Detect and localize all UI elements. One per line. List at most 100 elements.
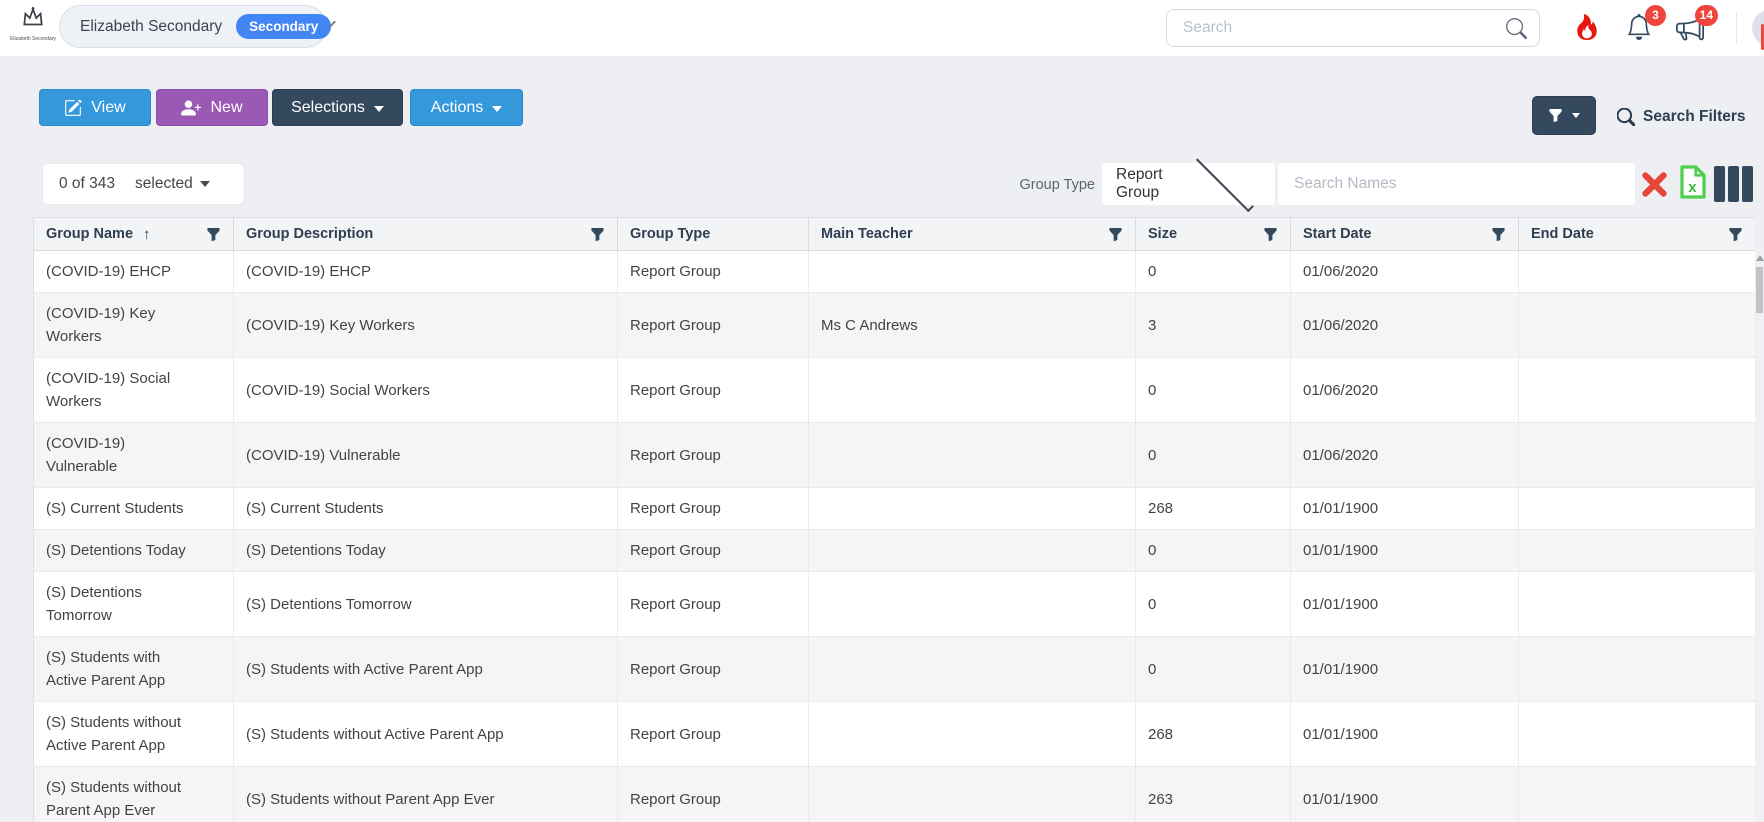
crest-icon	[20, 6, 46, 34]
streak-flame-icon[interactable]	[1574, 14, 1602, 42]
cell-start-date: 01/06/2020	[1290, 292, 1519, 358]
filter-split-button[interactable]	[1532, 96, 1596, 135]
cell-end-date	[1518, 292, 1755, 358]
cell-end-date	[1518, 766, 1755, 822]
cell-size: 0	[1135, 529, 1291, 572]
new-button-label: New	[210, 98, 243, 116]
caret-down-icon	[199, 181, 210, 187]
cell-type: Report Group	[617, 292, 809, 358]
cell-end-date	[1518, 422, 1755, 488]
new-button[interactable]: New	[156, 89, 268, 126]
cell-teacher: Ms C Andrews	[808, 292, 1136, 358]
table-row[interactable]: (S) Students with Active Parent App (S) S…	[33, 636, 1755, 702]
table-row[interactable]: (S) Detentions Tomorrow (S) Detentions To…	[33, 571, 1755, 637]
selection-summary: 0 of 343 selected	[42, 163, 245, 205]
caret-down-icon	[373, 105, 384, 112]
column-header-main-teacher[interactable]: Main Teacher	[808, 217, 1136, 251]
cell-teacher	[808, 422, 1136, 488]
filter-funnel-icon[interactable]	[1728, 227, 1743, 242]
edit-pencil-icon	[64, 99, 82, 117]
group-type-select[interactable]: Report Group	[1102, 153, 1275, 212]
cell-description: (COVID-19) Key Workers	[233, 292, 618, 358]
filter-funnel-icon[interactable]	[590, 227, 605, 242]
cell-name: (S) Detentions Tomorrow	[33, 571, 234, 637]
cell-end-date	[1518, 357, 1755, 423]
announcements-megaphone-icon[interactable]: 14	[1676, 5, 1718, 42]
school-selector[interactable]: Elizabeth Secondary Secondary	[59, 5, 337, 48]
selected-dropdown[interactable]: selected	[135, 175, 210, 193]
table-row[interactable]: (S) Students without Active Parent App (S…	[33, 701, 1755, 767]
table-row[interactable]: (COVID-19) Social Workers (COVID-19) Soci…	[33, 357, 1755, 423]
school-logo[interactable]: Elizabeth Secondary	[10, 6, 56, 42]
cell-teacher	[808, 357, 1136, 423]
svg-text:x: x	[1688, 179, 1697, 196]
selection-count: 0 of 343	[59, 175, 116, 192]
notifications-bell-icon[interactable]: 3	[1626, 5, 1666, 42]
table-row[interactable]: (S) Current Students (S) Current Students…	[33, 487, 1755, 530]
filter-funnel-icon[interactable]	[1263, 227, 1278, 242]
search-icon[interactable]	[1506, 17, 1527, 39]
cell-start-date: 01/01/1900	[1290, 529, 1519, 572]
clear-filters-x-icon[interactable]	[1640, 170, 1669, 204]
cell-description: (S) Detentions Today	[233, 529, 618, 572]
column-header-start-date[interactable]: Start Date	[1290, 217, 1519, 251]
table-header-row: Group Name ↑ Group Description Group Typ…	[33, 217, 1755, 251]
view-button[interactable]: View	[39, 89, 151, 126]
scroll-up-arrow-icon[interactable]	[1755, 255, 1764, 261]
announcements-count-badge: 14	[1694, 5, 1718, 26]
column-header-size[interactable]: Size	[1135, 217, 1291, 251]
groups-table: Group Name ↑ Group Description Group Typ…	[33, 217, 1755, 822]
cell-description: (S) Detentions Tomorrow	[233, 571, 618, 637]
columns-icon[interactable]	[1714, 166, 1753, 202]
topbar-divider	[1736, 12, 1737, 44]
cell-type: Report Group	[617, 487, 809, 530]
cell-teacher	[808, 250, 1136, 293]
table-row[interactable]: (S) Students without Parent App Ever (S) …	[33, 766, 1755, 822]
vertical-scrollbar[interactable]	[1755, 250, 1764, 822]
cell-name: (S) Current Students	[33, 487, 234, 530]
filter-funnel-icon[interactable]	[1491, 227, 1506, 242]
cell-name: (COVID-19) Vulnerable	[33, 422, 234, 488]
cell-end-date	[1518, 636, 1755, 702]
column-header-group-type[interactable]: Group Type	[617, 217, 809, 251]
selections-dropdown-button[interactable]: Selections	[272, 89, 403, 126]
cell-teacher	[808, 571, 1136, 637]
school-name: Elizabeth Secondary	[80, 17, 223, 35]
table-row[interactable]: (COVID-19) EHCP (COVID-19) EHCP Report Gro…	[33, 250, 1755, 293]
cell-size: 0	[1135, 250, 1291, 293]
column-header-group-name[interactable]: Group Name ↑	[33, 217, 234, 251]
search-names-input[interactable]	[1278, 163, 1635, 205]
cell-start-date: 01/01/1900	[1290, 571, 1519, 637]
cell-size: 263	[1135, 766, 1291, 822]
caret-down-icon	[1572, 113, 1580, 118]
actions-dropdown-button[interactable]: Actions	[410, 89, 523, 126]
cell-description: (COVID-19) Social Workers	[233, 357, 618, 423]
cell-name: (S) Students without Active Parent App	[33, 701, 234, 767]
cell-name: (S) Detentions Today	[33, 529, 234, 572]
global-search-input[interactable]	[1183, 19, 1506, 37]
cell-end-date	[1518, 701, 1755, 767]
global-search	[1166, 9, 1540, 47]
school-phase-badge: Secondary	[236, 14, 332, 39]
cell-start-date: 01/06/2020	[1290, 250, 1519, 293]
search-icon	[1617, 108, 1635, 126]
cell-type: Report Group	[617, 357, 809, 423]
chevron-down-icon	[1195, 153, 1254, 212]
search-filters-button[interactable]: Search Filters	[1617, 108, 1746, 126]
export-excel-icon[interactable]: x	[1678, 164, 1708, 205]
table-row[interactable]: (COVID-19) Vulnerable (COVID-19) Vulnerab…	[33, 422, 1755, 488]
scrollbar-thumb[interactable]	[1756, 267, 1763, 313]
logo-caption: Elizabeth Secondary	[10, 36, 56, 42]
sort-ascending-icon[interactable]: ↑	[143, 226, 151, 243]
cell-name: (S) Students without Parent App Ever	[33, 766, 234, 822]
caret-down-icon	[492, 105, 503, 112]
table-row[interactable]: (COVID-19) Key Workers (COVID-19) Key Wor…	[33, 292, 1755, 358]
cell-type: Report Group	[617, 422, 809, 488]
filter-funnel-icon[interactable]	[1108, 227, 1123, 242]
column-header-end-date[interactable]: End Date	[1518, 217, 1755, 251]
cell-teacher	[808, 487, 1136, 530]
cell-description: (S) Students with Active Parent App	[233, 636, 618, 702]
filter-funnel-icon[interactable]	[206, 227, 221, 242]
column-header-group-description[interactable]: Group Description	[233, 217, 618, 251]
table-row[interactable]: (S) Detentions Today (S) Detentions Today…	[33, 529, 1755, 572]
